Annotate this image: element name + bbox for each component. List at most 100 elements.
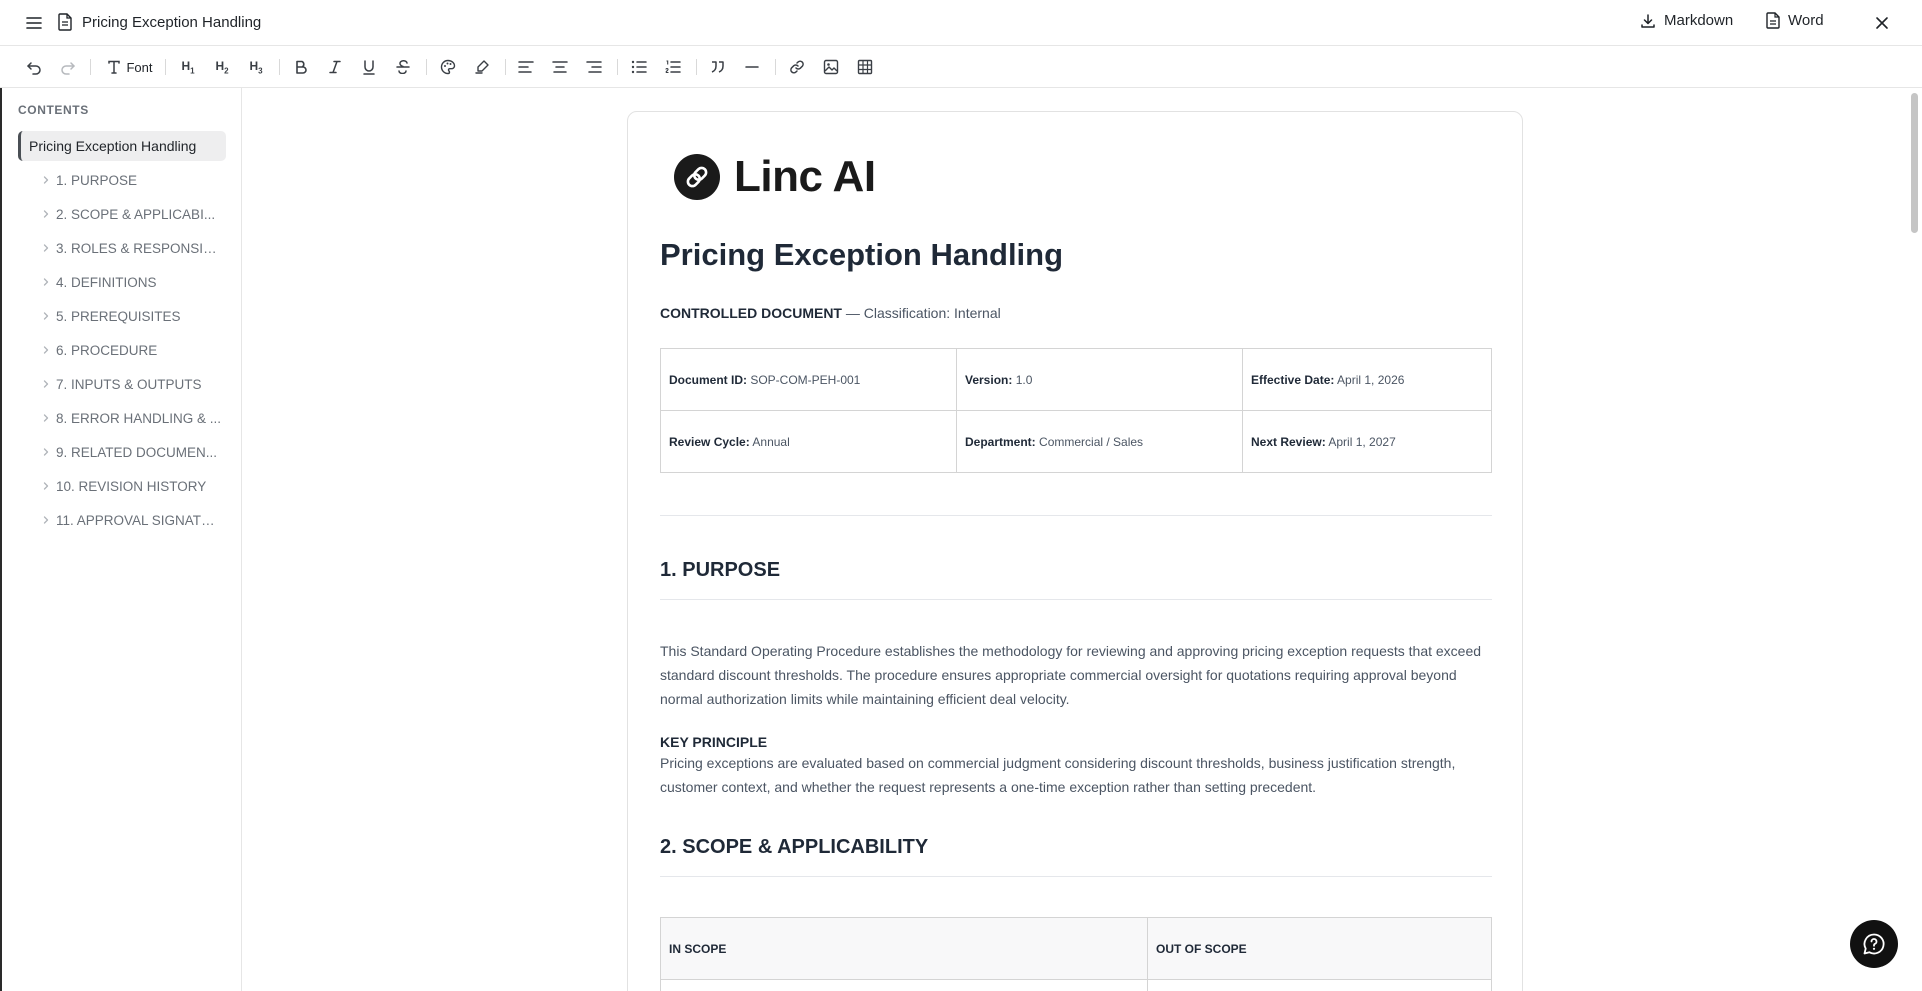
table-cell[interactable]: Version: 1.0 xyxy=(956,348,1243,411)
editor-canvas[interactable]: Linc AI Pricing Exception Handling CONTR… xyxy=(242,88,1922,991)
font-button[interactable]: Font xyxy=(105,56,155,78)
toc-item-label: 1. PURPOSE xyxy=(56,172,138,188)
table-cell[interactable]: Department: Commercial / Sales xyxy=(956,410,1243,473)
align-left-icon[interactable] xyxy=(515,56,537,78)
bullet-list-icon[interactable] xyxy=(628,56,650,78)
controlled-document-label: CONTROLLED DOCUMENT xyxy=(660,305,842,321)
download-icon xyxy=(1640,13,1656,29)
toolbar-divider xyxy=(775,59,776,75)
chevron-right-icon[interactable] xyxy=(40,208,52,220)
table-icon[interactable] xyxy=(854,56,876,78)
toc-item-document-title[interactable]: Pricing Exception Handling xyxy=(18,131,226,161)
cell-value: 1.0 xyxy=(1012,372,1033,387)
vertical-scrollbar[interactable] xyxy=(1911,93,1918,233)
chevron-right-icon[interactable] xyxy=(40,310,52,322)
toolbar-divider xyxy=(505,59,506,75)
chevron-right-icon[interactable] xyxy=(40,276,52,288)
menu-icon[interactable] xyxy=(24,13,44,33)
heading-1-button[interactable]: H1 xyxy=(177,56,199,78)
link-icon[interactable] xyxy=(786,56,808,78)
text-icon xyxy=(107,60,121,74)
document-icon xyxy=(57,13,75,33)
horizontal-rule-icon[interactable] xyxy=(741,56,763,78)
cell-label: Document ID: xyxy=(669,372,747,387)
toc-item[interactable]: 10. REVISION HISTORY xyxy=(40,475,226,497)
align-center-icon[interactable] xyxy=(549,56,571,78)
toolbar-divider xyxy=(426,59,427,75)
chevron-right-icon[interactable] xyxy=(40,514,52,526)
toc-item[interactable]: 3. ROLES & RESPONSIB... xyxy=(40,237,226,259)
table-row: Review Cycle: Annual Department: Commerc… xyxy=(660,410,1492,473)
toc-item-label: 6. PROCEDURE xyxy=(56,342,158,358)
toolbar-divider xyxy=(279,59,280,75)
classification-text: — Classification: Internal xyxy=(842,305,1001,321)
table-cell[interactable] xyxy=(1147,979,1492,991)
redo-icon[interactable] xyxy=(57,56,79,78)
chevron-right-icon[interactable] xyxy=(40,378,52,390)
bold-icon[interactable] xyxy=(290,56,312,78)
cell-label: Version: xyxy=(965,372,1013,387)
cell-label: Review Cycle: xyxy=(669,434,750,449)
toolbar-divider xyxy=(165,59,166,75)
toc-item-label: 11. APPROVAL SIGNATU... xyxy=(56,512,222,528)
italic-icon[interactable] xyxy=(324,56,346,78)
link-logo-icon xyxy=(674,154,720,200)
toc-item[interactable]: 7. INPUTS & OUTPUTS xyxy=(40,373,226,395)
heading-3-button[interactable]: H3 xyxy=(245,56,267,78)
underline-icon[interactable] xyxy=(358,56,380,78)
toc-item-label: 2. SCOPE & APPLICABI... xyxy=(56,206,216,222)
document-metadata-table: Document ID: SOP-COM-PEH-001 Version: 1.… xyxy=(660,348,1492,473)
cell-label: Next Review: xyxy=(1251,434,1326,449)
key-principle-title: KEY PRINCIPLE xyxy=(660,734,768,750)
toc-item[interactable]: 8. ERROR HANDLING & ... xyxy=(40,407,226,429)
quote-icon[interactable] xyxy=(707,56,729,78)
export-markdown-button[interactable]: Markdown xyxy=(1640,12,1733,29)
chevron-right-icon[interactable] xyxy=(40,412,52,424)
toc-item[interactable]: 5. PREREQUISITES xyxy=(40,305,226,327)
align-right-icon[interactable] xyxy=(583,56,605,78)
table-header-cell[interactable]: OUT OF SCOPE xyxy=(1147,917,1492,980)
heading-2-sub: 2 xyxy=(224,66,229,76)
strikethrough-icon[interactable] xyxy=(392,56,414,78)
table-header-cell[interactable]: IN SCOPE xyxy=(660,917,1148,980)
highlighter-icon[interactable] xyxy=(471,56,493,78)
table-cell[interactable]: Review Cycle: Annual xyxy=(660,410,957,473)
toc-item-label: 10. REVISION HISTORY xyxy=(56,478,207,494)
page-title: Pricing Exception Handling xyxy=(660,237,1064,272)
heading-2-button[interactable]: H2 xyxy=(211,56,233,78)
cell-value: SOP-COM-PEH-001 xyxy=(747,372,861,387)
toc-item-label: 9. RELATED DOCUMEN... xyxy=(56,444,218,460)
chevron-right-icon[interactable] xyxy=(40,242,52,254)
table-cell[interactable]: Effective Date: April 1, 2026 xyxy=(1242,348,1492,411)
table-cell[interactable]: Next Review: April 1, 2027 xyxy=(1242,410,1492,473)
chevron-right-icon[interactable] xyxy=(40,480,52,492)
chevron-right-icon[interactable] xyxy=(40,174,52,186)
toc-item-label: 3. ROLES & RESPONSIB... xyxy=(56,240,222,256)
palette-icon[interactable] xyxy=(437,56,459,78)
export-word-button[interactable]: Word xyxy=(1766,12,1824,29)
chevron-right-icon[interactable] xyxy=(40,344,52,356)
section-divider xyxy=(660,515,1492,516)
table-cell[interactable]: Document ID: SOP-COM-PEH-001 xyxy=(660,348,957,411)
toc-item[interactable]: 2. SCOPE & APPLICABI... xyxy=(40,203,226,225)
toolbar-divider xyxy=(617,59,618,75)
toc-item[interactable]: 9. RELATED DOCUMEN... xyxy=(40,441,226,463)
toc-item[interactable]: 6. PROCEDURE xyxy=(40,339,226,361)
table-cell[interactable] xyxy=(660,979,1148,991)
table-of-contents-sidebar: CONTENTS Pricing Exception Handling 1. P… xyxy=(0,88,242,991)
cell-value: April 1, 2027 xyxy=(1325,434,1396,449)
heading-1-sub: 1 xyxy=(190,66,195,76)
heading-2-label: H xyxy=(215,58,225,73)
chevron-right-icon[interactable] xyxy=(40,446,52,458)
toc-item-label: 4. DEFINITIONS xyxy=(56,274,157,290)
help-chat-button[interactable] xyxy=(1850,920,1898,968)
toc-item[interactable]: 11. APPROVAL SIGNATU... xyxy=(40,509,226,531)
undo-icon[interactable] xyxy=(23,56,45,78)
toc-item[interactable]: 4. DEFINITIONS xyxy=(40,271,226,293)
close-icon[interactable] xyxy=(1872,13,1892,33)
purpose-paragraph: This Standard Operating Procedure establ… xyxy=(660,643,1482,707)
image-icon[interactable] xyxy=(820,56,842,78)
export-word-label: Word xyxy=(1788,12,1824,29)
numbered-list-icon[interactable] xyxy=(662,56,684,78)
toc-item[interactable]: 1. PURPOSE xyxy=(40,169,226,191)
